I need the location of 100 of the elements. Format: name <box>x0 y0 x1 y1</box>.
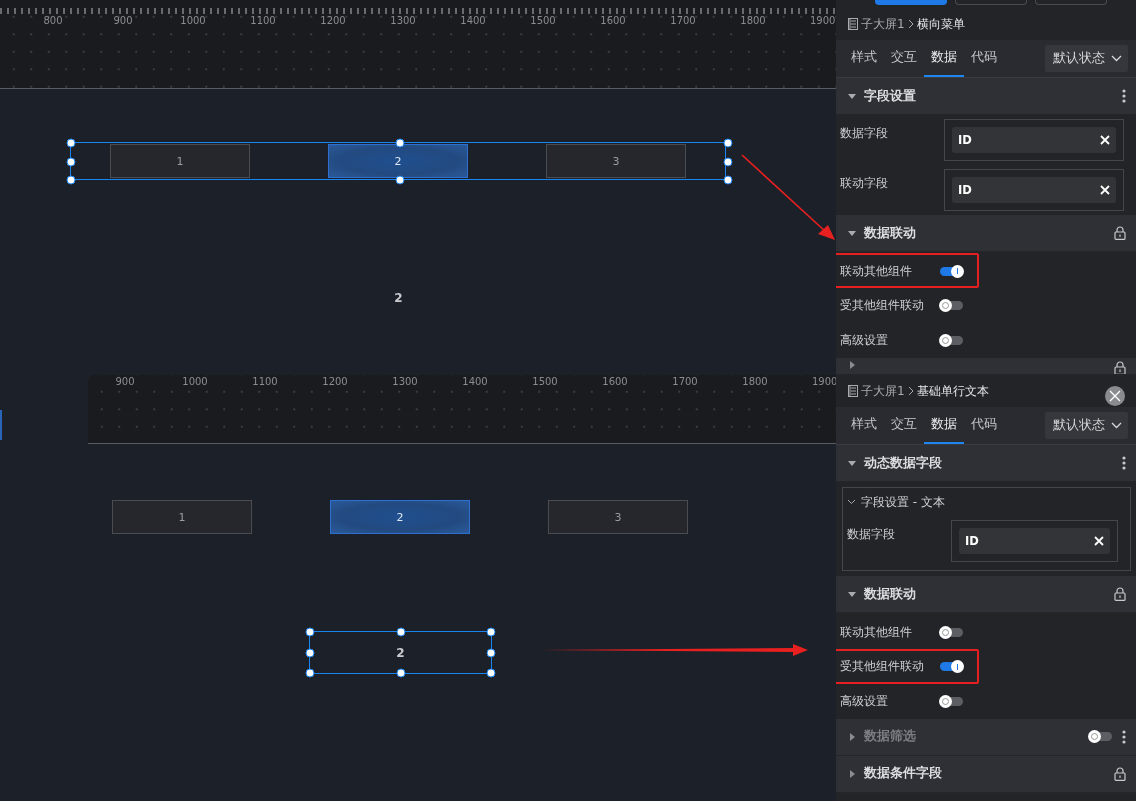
lock-icon[interactable] <box>1114 226 1126 240</box>
field-label: 联动字段 <box>840 175 889 192</box>
lock-icon[interactable] <box>1114 360 1126 375</box>
section-header[interactable]: 字段设置 <box>836 78 1136 115</box>
ruler-label: 1200 <box>319 14 347 28</box>
menu-item[interactable]: 1 <box>110 144 250 178</box>
section-header[interactable]: 动态数据字段 <box>836 445 1136 482</box>
ruler-label: 1700 <box>671 375 699 389</box>
ruler-label: 1100 <box>249 14 277 28</box>
toggle-switch[interactable] <box>940 266 963 276</box>
tab[interactable]: 代码 <box>964 407 1004 444</box>
text-widget: 2 <box>394 290 403 305</box>
ruler-label: 1000 <box>179 14 207 28</box>
ruler-label: 1600 <box>601 375 629 389</box>
resize-handle[interactable] <box>486 668 496 678</box>
chevron-down-icon <box>847 499 856 505</box>
toggle-label: 联动其他组件 <box>840 623 913 641</box>
state-dropdown[interactable]: 默认状态 <box>1045 412 1128 439</box>
clear-icon[interactable] <box>1094 536 1104 546</box>
resize-handle[interactable] <box>305 627 315 637</box>
field-tag: ID <box>952 127 1116 153</box>
toggle-switch[interactable] <box>940 627 963 637</box>
tab[interactable]: 代码 <box>964 40 1004 77</box>
toggle-label: 高级设置 <box>840 692 889 710</box>
section-header[interactable]: 数据联动 <box>836 576 1136 613</box>
ruler-label: 1600 <box>599 14 627 28</box>
caret-right-icon[interactable] <box>848 769 856 778</box>
ruler-label: 1700 <box>669 14 697 28</box>
toggle-label: 受其他组件联动 <box>840 658 925 676</box>
caret-down-icon[interactable] <box>848 92 856 100</box>
toggle-label: 受其他组件联动 <box>840 297 925 315</box>
state-dropdown[interactable]: 默认状态 <box>1045 45 1128 72</box>
toggle-label: 联动其他组件 <box>840 262 913 280</box>
ruler-label: 1300 <box>391 375 419 389</box>
caret-right-icon[interactable] <box>848 360 856 369</box>
menu-item[interactable]: 3 <box>546 144 686 178</box>
menu-item[interactable]: 2 <box>330 500 470 534</box>
chevron-down-icon <box>1111 55 1122 62</box>
section-header[interactable]: 数据条件字段 <box>836 755 1136 793</box>
toggle-switch[interactable] <box>940 335 963 345</box>
resize-handle[interactable] <box>396 627 405 637</box>
toggle-switch[interactable] <box>940 662 963 672</box>
text-widget: 2 <box>396 645 405 660</box>
menu-item[interactable]: 1 <box>112 500 252 534</box>
section-header[interactable]: 数据联动 <box>836 215 1136 252</box>
resize-handle[interactable] <box>305 668 315 678</box>
toggle-switch[interactable] <box>940 696 963 706</box>
resize-handle[interactable] <box>396 668 405 678</box>
ruler-label: 1400 <box>461 375 489 389</box>
resize-handle[interactable] <box>305 648 315 657</box>
ruler-label: 900 <box>112 14 134 28</box>
caret-down-icon[interactable] <box>848 590 856 598</box>
field-select[interactable]: ID <box>951 520 1118 562</box>
field-label: 数据字段 <box>847 526 896 543</box>
tab[interactable]: 样式 <box>844 407 884 444</box>
toggle-switch[interactable] <box>940 301 963 311</box>
breadcrumb-current: 横向菜单 <box>916 15 965 33</box>
clear-icon[interactable] <box>1100 185 1110 195</box>
ruler-label: 1500 <box>531 375 559 389</box>
lock-icon[interactable] <box>1114 766 1126 781</box>
breadcrumb-link[interactable]: 子大屏1 <box>861 382 905 400</box>
ruler-label: 1800 <box>741 375 769 389</box>
field-tag: ID <box>952 177 1116 203</box>
resize-handle[interactable] <box>486 648 496 657</box>
menu-item[interactable]: 2 <box>328 144 468 178</box>
selection-edge <box>0 410 2 440</box>
ruler-label: 800 <box>42 14 64 28</box>
more-icon[interactable] <box>1122 89 1126 103</box>
ruler-label: 1000 <box>181 375 209 389</box>
menu-item[interactable]: 3 <box>548 500 688 534</box>
field-label: 数据字段 <box>840 125 889 142</box>
resize-handle[interactable] <box>486 627 496 637</box>
group-header[interactable]: 字段设置 - 文本 <box>843 488 1130 516</box>
clear-icon[interactable] <box>1100 135 1110 145</box>
tab[interactable]: 交互 <box>884 407 924 444</box>
chevron-right-icon <box>907 386 914 396</box>
ruler-label: 1200 <box>321 375 349 389</box>
document-icon <box>848 385 858 397</box>
chevron-down-icon <box>1111 422 1122 429</box>
tab[interactable]: 样式 <box>844 40 884 77</box>
ruler-label: 1800 <box>739 14 767 28</box>
close-button[interactable] <box>1105 386 1125 406</box>
ruler-label: 900 <box>114 375 136 389</box>
caret-down-icon[interactable] <box>848 459 856 467</box>
caret-down-icon[interactable] <box>848 229 856 237</box>
breadcrumb-current: 基础单行文本 <box>916 382 989 400</box>
tab[interactable]: 交互 <box>884 40 924 77</box>
ruler-label: 1300 <box>389 14 417 28</box>
ruler-label: 1900 <box>809 14 836 28</box>
ruler-label: 1500 <box>529 14 557 28</box>
field-tag: ID <box>959 528 1110 554</box>
breadcrumb-link[interactable]: 子大屏1 <box>861 15 905 33</box>
ruler-label: 1400 <box>459 14 487 28</box>
ruler-label: 1100 <box>251 375 279 389</box>
field-select[interactable]: ID <box>944 169 1124 211</box>
more-icon[interactable] <box>1122 456 1126 470</box>
document-icon <box>848 18 858 30</box>
toggle-label: 高级设置 <box>840 331 889 349</box>
field-select[interactable]: ID <box>944 119 1124 161</box>
lock-icon[interactable] <box>1114 587 1126 601</box>
